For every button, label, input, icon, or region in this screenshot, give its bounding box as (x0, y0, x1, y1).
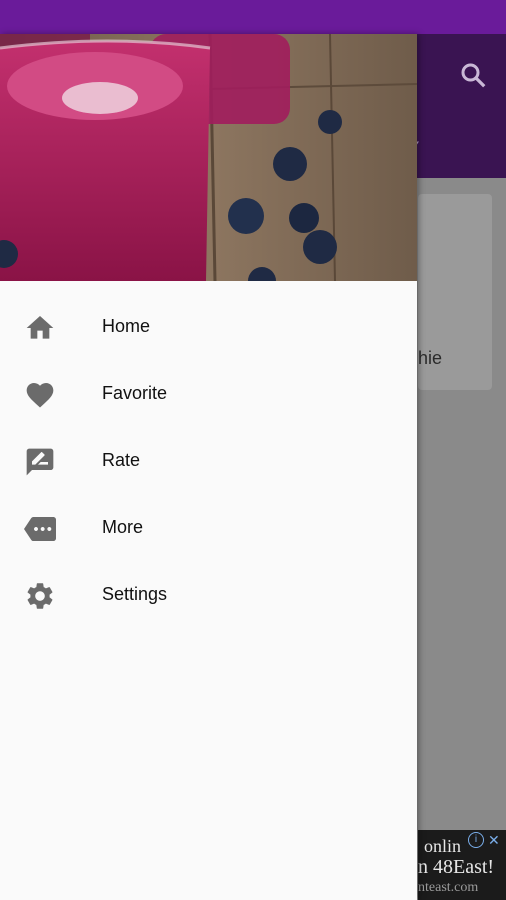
menu-item-home[interactable]: Home (0, 294, 417, 361)
smoothie-photo (0, 34, 417, 281)
menu-item-label: Favorite (102, 383, 168, 403)
menu-item-favorite[interactable]: Favorite (0, 361, 417, 428)
menu-item-more[interactable]: More (0, 495, 417, 562)
rate-review-icon (26, 448, 54, 476)
ad-text-line2: n 48East! (418, 856, 495, 878)
menu-item-label: Rate (102, 450, 141, 470)
drawer-header-image (0, 34, 417, 281)
ad-close-icon[interactable]: ✕ (488, 832, 504, 848)
ad-info-icon[interactable]: i (468, 832, 484, 848)
more-tag-icon (24, 517, 56, 541)
search-icon[interactable] (458, 60, 488, 90)
menu-item-settings[interactable]: Settings (0, 562, 417, 629)
ad-text-line1: onlin (424, 836, 462, 856)
gear-icon (27, 583, 53, 609)
menu-item-rate[interactable]: Rate (0, 428, 417, 495)
menu-item-label: More (102, 517, 144, 537)
ad-banner[interactable]: onlin n 48East! nteast.com i ✕ (418, 830, 506, 900)
ad-text-line3: nteast.com (418, 880, 479, 895)
menu-item-label: Home (102, 316, 151, 336)
menu-item-label: Settings (102, 584, 168, 604)
navigation-drawer: Home Favorite Rate More Settings (0, 34, 417, 900)
home-icon (26, 316, 54, 339)
status-bar (0, 0, 506, 34)
heart-icon (26, 383, 54, 408)
recipe-card-title: hie (418, 348, 443, 368)
